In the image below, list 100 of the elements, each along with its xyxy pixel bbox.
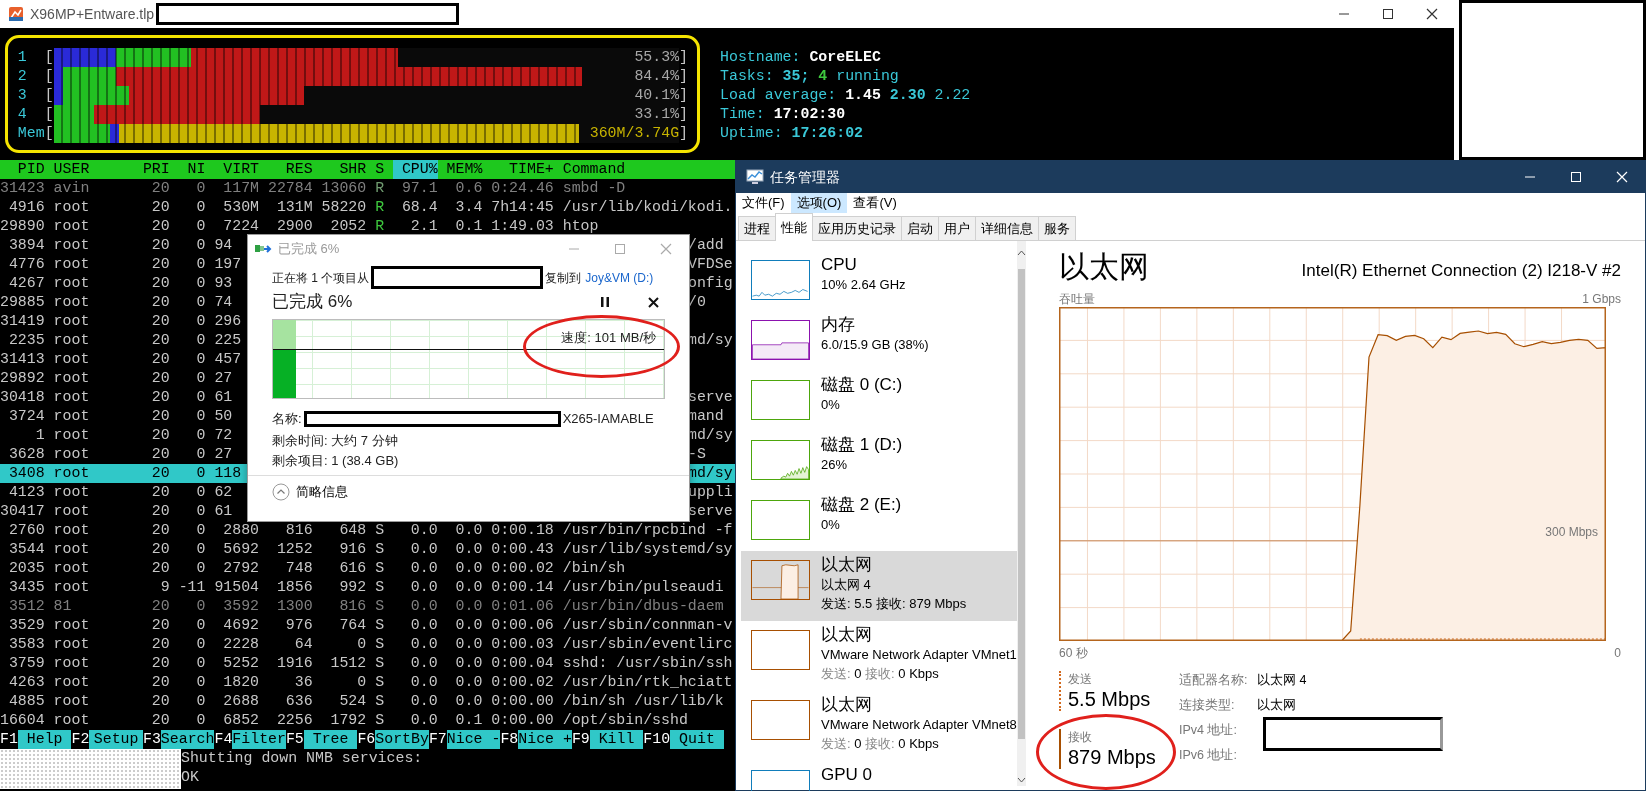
close-icon	[1426, 8, 1438, 20]
table-cell-text: 0.0	[409, 673, 438, 692]
table-cell-text: root	[53, 578, 91, 597]
process-row[interactable]: 3435 root 9 -11 91504 1856 992 S 0.0 0.0 0:00.14 /usr/bin/pulseaudi	[0, 578, 735, 597]
process-row[interactable]: 4916 root 20 0 530M 131M 58220 R 68.4 3.4 7h14:45 /usr/lib/kodi/kodi.	[0, 198, 735, 217]
resource-item[interactable]: 磁盘 2 (E:) 0%	[741, 491, 1021, 551]
column-header[interactable]: S	[375, 160, 385, 179]
table-cell-text: 1916	[275, 654, 313, 673]
tab[interactable]: 用户	[938, 216, 976, 240]
process-row[interactable]: 29890 root 20 0 7224 2900 2052 R 2.1 0.1 1:49.03 htop	[0, 217, 735, 236]
column-header[interactable]: Command	[562, 160, 626, 179]
process-row[interactable]: 3759 root 20 0 5252 1916 1512 S 0.0 0.0 0:00.04 sshd: /usr/sbin/ssh	[0, 654, 735, 673]
tab[interactable]: 应用历史记录	[812, 216, 902, 240]
table-cell-text: 3435	[7, 578, 45, 597]
resource-item[interactable]: 以太网 VMware Network Adapter VMnet1 发送: 0 接收: 0 Kbps	[741, 621, 1021, 691]
table-cell: 0:00.02	[491, 673, 554, 692]
column-header[interactable]: NI	[178, 160, 206, 179]
maximize-icon	[614, 243, 626, 255]
tab[interactable]: 启动	[901, 216, 939, 240]
tab[interactable]: 详细信息	[975, 216, 1039, 240]
tab[interactable]: 进程	[738, 216, 776, 240]
table-cell: 22784	[267, 179, 313, 198]
table-cell-text: root	[53, 502, 91, 521]
progress-heading: 已完成 6%	[272, 291, 353, 314]
process-row[interactable]: 3544 root 20 0 5692 1252 916 S 0.0 0.0 0:00.43 /usr/lib/systemd/sy	[0, 540, 735, 559]
table-cell-text: 3894	[7, 236, 45, 255]
process-row[interactable]: 3512 81 20 0 3592 1300 816 S 0.0 0.0 0:01.06 /usr/bin/dbus-daem	[0, 597, 735, 616]
column-header[interactable]: PID	[0, 160, 45, 179]
tab[interactable]: 服务	[1038, 216, 1076, 240]
column-header[interactable]: SHR	[321, 160, 367, 179]
table-cell-text: 1792	[329, 711, 367, 730]
table-cell-text: 0.0	[454, 635, 483, 654]
table-cell-text: 5692	[222, 540, 260, 559]
table-cell-text: 118	[214, 464, 243, 483]
process-row[interactable]: 4885 root 20 0 2688 636 524 S 0.0 0.0 0:00.00 /bin/sh /usr/lib/k	[0, 692, 735, 711]
resource-subtitle: VMware Network Adapter VMnet8	[821, 716, 1017, 734]
table-cell: /usr/bin/pulseaudi	[562, 578, 724, 597]
table-cell-text: 61	[214, 388, 234, 407]
process-row[interactable]: 2035 root 20 0 2792 748 616 S 0.0 0.0 0:00.02 /bin/sh	[0, 559, 735, 578]
column-header[interactable]: RES	[267, 160, 313, 179]
resource-item[interactable]: 磁盘 0 (C:) 0%	[741, 371, 1021, 431]
table-cell-text: 0.0	[454, 578, 483, 597]
table-cell-text: 20	[150, 274, 170, 293]
table-cell-text: 648	[338, 521, 367, 540]
menu-item[interactable]: 选项(O)	[790, 193, 848, 213]
scrollbar[interactable]	[1017, 241, 1026, 786]
tab[interactable]: 性能	[775, 213, 813, 241]
table-cell-text: root	[53, 293, 91, 312]
table-cell-text: 748	[284, 559, 313, 578]
table-cell: S	[375, 692, 385, 711]
resource-item[interactable]: 磁盘 1 (D:) 26%	[741, 431, 1021, 491]
process-row[interactable]: 16604 root 20 0 6852 2256 1792 S 0.0 0.1 0:00.00 /opt/sbin/sshd	[0, 711, 735, 730]
process-row[interactable]: 2760 root 20 0 2880 816 648 S 0.0 0.0 0:00.18 /usr/bin/rpcbind -f	[0, 521, 735, 540]
table-cell: 0:01.06	[491, 597, 554, 616]
table-cell-text: 0	[195, 540, 206, 559]
resource-title: 内存	[821, 315, 856, 335]
table-cell-text: 457	[214, 350, 243, 369]
table-cell: smbd -D	[562, 179, 626, 198]
table-cell: 58220	[321, 198, 367, 217]
process-row[interactable]: 3583 root 20 0 2228 64 0 S 0.0 0.0 0:00.03 /usr/sbin/eventlirc	[0, 635, 735, 654]
resource-item[interactable]: 以太网 VMware Network Adapter VMnet8 发送: 0 接收: 0 Kbps	[741, 691, 1021, 761]
column-header[interactable]: CPU%	[393, 160, 438, 179]
table-cell: 31413	[0, 350, 45, 369]
table-cell-text: 36	[293, 673, 313, 692]
process-row[interactable]: 4263 root 20 0 1820 36 0 S 0.0 0.0 0:00.02 /usr/bin/rtk_hciatt	[0, 673, 735, 692]
table-cell-text: 0.0	[409, 711, 438, 730]
table-cell: 91504	[214, 578, 260, 597]
column-header[interactable]: VIRT	[214, 160, 260, 179]
table-cell: 30418	[0, 388, 45, 407]
process-row[interactable]: 31423 avin 20 0 117M 22784 13060 R 97.1 0.6 0:24.46 smbd -D	[0, 179, 735, 198]
table-cell-text: 3408	[7, 464, 45, 483]
resource-item[interactable]: 内存 6.0/15.9 GB (38%)	[741, 311, 1021, 371]
table-cell-text: 64	[293, 635, 313, 654]
resource-title: CPU	[821, 255, 858, 275]
table-cell-text: 0	[195, 369, 206, 388]
menu-item[interactable]: 文件(F)	[736, 193, 791, 213]
table-cell-text: 0	[195, 179, 206, 198]
column-header[interactable]: TIME+	[491, 160, 554, 179]
column-header[interactable]: MEM%	[446, 160, 483, 179]
table-cell-text: 5252	[222, 654, 260, 673]
table-cell-text: 0	[195, 654, 206, 673]
table-cell-text: 3529	[7, 616, 45, 635]
chevron-up-icon	[272, 483, 290, 501]
table-cell-text: 616	[338, 559, 367, 578]
table-cell-text: 0	[195, 616, 206, 635]
table-cell: S	[375, 654, 385, 673]
table-cell-text: root	[53, 388, 91, 407]
column-header[interactable]: USER	[53, 160, 134, 179]
destination-link[interactable]: Joy&VM (D:)	[585, 268, 654, 287]
resource-item[interactable]: CPU 10% 2.64 GHz	[741, 251, 1021, 311]
table-cell: 29892	[0, 369, 45, 388]
table-cell-text: 2.1	[409, 217, 438, 236]
maximize-icon	[1570, 171, 1582, 183]
column-header[interactable]: PRI	[142, 160, 170, 179]
details-toggle[interactable]: 简略信息	[272, 482, 348, 502]
menu-item[interactable]: 查看(V)	[847, 193, 903, 213]
process-row[interactable]: 3529 root 20 0 4692 976 764 S 0.0 0.0 0:00.06 /usr/sbin/connman-v	[0, 616, 735, 635]
table-cell-text: 97.1	[400, 179, 438, 198]
table-cell: R	[375, 179, 385, 198]
table-cell-text: root	[53, 445, 91, 464]
